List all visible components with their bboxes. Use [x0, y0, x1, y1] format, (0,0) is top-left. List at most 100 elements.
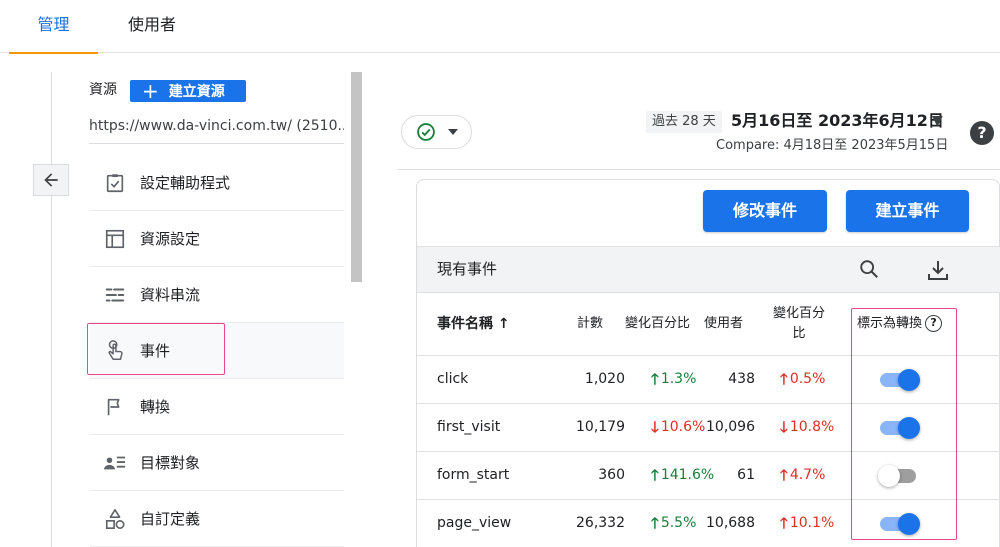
header-line: 變化百分	[773, 306, 826, 321]
count-change: 🡑 1.3%	[651, 369, 696, 389]
help-icon[interactable]: ?	[925, 315, 943, 332]
event-count: 1,020	[584, 371, 625, 387]
col-header-mark-conversion: 標示為轉換?	[857, 314, 943, 334]
conversion-toggle[interactable]	[878, 415, 920, 441]
change-value: 10.8%	[789, 419, 835, 435]
arrow-up-icon: 🡑	[780, 370, 788, 388]
sidebar-item-label: 目標對象	[140, 454, 201, 472]
user-count: 10,688	[706, 515, 755, 531]
sidebar-item-label: 轉換	[140, 398, 171, 416]
header-label: 標示為轉換	[857, 316, 923, 331]
resource-label: 資源	[89, 82, 117, 98]
col-header-count[interactable]: 計數	[577, 314, 603, 334]
nav-divider-line	[51, 72, 52, 547]
plus-icon: +	[142, 79, 159, 103]
arrow-left-icon	[44, 173, 58, 187]
help-icon[interactable]: ?	[970, 121, 994, 145]
col-header-users-change[interactable]: 變化百分 比	[773, 304, 825, 344]
conversion-toggle[interactable]	[878, 511, 920, 537]
row-divider	[417, 403, 1000, 404]
tab-admin[interactable]: 管理	[9, 0, 98, 54]
date-range-selector[interactable]: 5月16日至 2023年6月12日	[731, 110, 944, 132]
change-value: 4.7%	[789, 467, 826, 483]
user-count: 438	[728, 371, 755, 387]
caret-down-icon[interactable]: ▼	[932, 113, 943, 129]
sidebar-item-data-streams[interactable]: 資料串流	[90, 267, 344, 323]
change-value: 5.5%	[660, 515, 697, 531]
users-change: 🡓 10.8%	[780, 417, 834, 437]
create-resource-button[interactable]: + 建立資源	[130, 80, 246, 102]
event-name: page_view	[437, 515, 512, 531]
arrow-down-icon: 🡓	[651, 418, 659, 436]
users-change: 🡑 10.1%	[780, 513, 834, 533]
event-name: click	[437, 371, 469, 387]
row-divider	[417, 499, 1000, 500]
modify-event-button[interactable]: 修改事件	[703, 190, 827, 232]
sidebar-item-audiences[interactable]: 目標對象	[90, 435, 344, 491]
date-period-badge: 過去 28 天	[646, 111, 722, 133]
sidebar-item-conversions[interactable]: 轉換	[90, 379, 344, 435]
create-resource-label: 建立資源	[168, 84, 225, 100]
audience-icon	[90, 452, 140, 474]
download-icon[interactable]	[926, 258, 950, 282]
user-count: 10,096	[706, 419, 755, 435]
change-value: 10.1%	[789, 515, 835, 531]
col-header-event-name[interactable]: 事件名稱 ↑	[437, 314, 510, 334]
header-line: 比	[792, 326, 806, 341]
col-header-users[interactable]: 使用者	[704, 314, 743, 334]
events-card	[416, 179, 1000, 547]
event-name: form_start	[437, 467, 510, 483]
sidebar-item-custom-definitions[interactable]: 自訂定義	[90, 491, 344, 547]
sidebar-item-label: 資料串流	[140, 286, 201, 304]
search-icon[interactable]	[858, 258, 880, 280]
change-value: 0.5%	[789, 371, 826, 387]
change-value: 10.6%	[660, 419, 706, 435]
arrow-up-icon: 🡑	[651, 370, 659, 388]
data-stream-icon	[90, 284, 140, 306]
shapes-icon	[90, 508, 140, 530]
sidebar-item-label: 資源設定	[140, 230, 201, 248]
arrow-up-icon: 🡑	[780, 466, 788, 484]
arrow-down-icon: 🡓	[780, 418, 788, 436]
flag-icon	[90, 396, 140, 418]
count-change: 🡓 10.6%	[651, 417, 705, 437]
event-count: 26,332	[576, 515, 625, 531]
create-event-button[interactable]: 建立事件	[846, 190, 969, 232]
touch-icon	[90, 339, 140, 363]
back-button[interactable]	[33, 164, 69, 196]
conversion-toggle[interactable]	[878, 367, 920, 393]
event-count: 360	[598, 467, 625, 483]
event-count: 10,179	[576, 419, 625, 435]
compare-range-text: Compare: 4月18日至 2023年5月15日	[716, 138, 949, 153]
row-divider	[417, 355, 1000, 356]
arrow-up-icon: 🡑	[651, 466, 659, 484]
top-tabs: 管理 使用者	[0, 0, 1000, 54]
layout-icon	[90, 228, 140, 250]
section-title: 現有事件	[437, 260, 498, 278]
check-circle-icon	[416, 123, 435, 141]
arrow-up-icon: 🡑	[651, 514, 659, 532]
count-change: 🡑 5.5%	[651, 513, 696, 533]
change-value: 1.3%	[660, 371, 697, 387]
arrow-up-icon: 🡑	[780, 514, 788, 532]
sidebar-item-setup-assistant[interactable]: 設定輔助程式	[90, 155, 344, 211]
caret-down-icon	[447, 129, 458, 135]
sidebar-item-label: 事件	[140, 342, 171, 360]
sidebar-scrollbar[interactable]	[351, 72, 362, 282]
data-status-dropdown[interactable]	[401, 115, 472, 149]
users-change: 🡑 0.5%	[780, 369, 825, 389]
existing-events-header	[417, 246, 1000, 293]
header-divider	[397, 169, 1000, 170]
sidebar-item-label: 自訂定義	[140, 510, 201, 528]
tab-user[interactable]: 使用者	[108, 0, 196, 53]
resource-url: https://www.da-vinci.com.tw/ (2510...	[89, 118, 344, 144]
sidebar-item-label: 設定輔助程式	[140, 174, 231, 192]
row-divider	[417, 451, 1000, 452]
sidebar-item-events[interactable]: 事件	[90, 323, 344, 379]
conversion-toggle[interactable]	[878, 463, 920, 489]
checklist-icon	[90, 172, 140, 194]
sidebar-item-property-settings[interactable]: 資源設定	[90, 211, 344, 267]
col-header-count-change[interactable]: 變化百分比	[625, 314, 690, 334]
event-name: first_visit	[437, 419, 501, 435]
users-change: 🡑 4.7%	[780, 465, 825, 485]
